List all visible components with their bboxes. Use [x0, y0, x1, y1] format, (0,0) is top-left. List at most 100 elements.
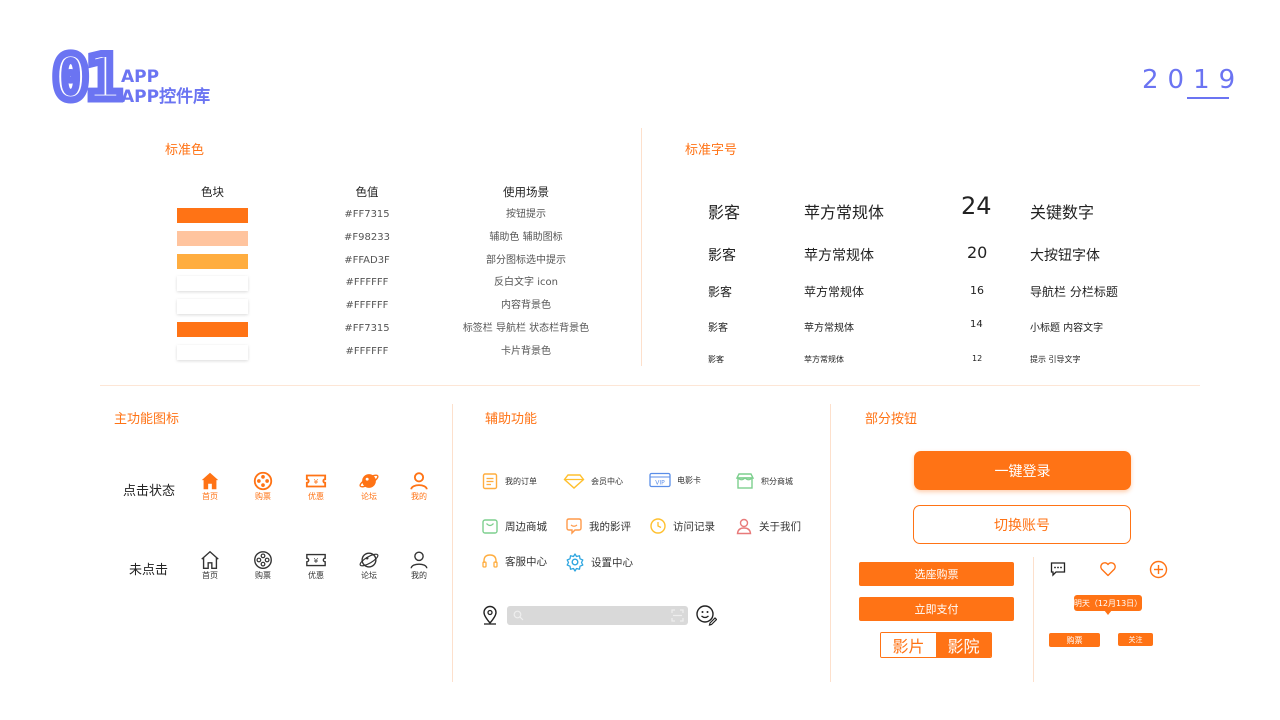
section-title-buttons: 部分按钮	[865, 412, 918, 427]
nav-forum-active[interactable]: 论坛	[349, 470, 389, 502]
diamond-icon	[563, 474, 585, 489]
font-usage: 提示 引导文字	[1030, 355, 1081, 364]
order-icon	[482, 473, 498, 490]
color-usage: 标签栏 导航栏 状态栏背景色	[462, 323, 590, 334]
gear-icon	[566, 553, 584, 572]
color-value: #FFFFFF	[345, 277, 389, 288]
scan-icon[interactable]	[671, 609, 684, 622]
color-value: #FF7315	[344, 323, 390, 334]
aux-label: 周边商城	[505, 520, 547, 533]
nav-label: 购票	[255, 571, 271, 580]
col-header-swatch: 色块	[201, 185, 224, 199]
inactive-state-label: 未点击	[129, 563, 169, 578]
planet-icon	[359, 474, 379, 488]
film-cinema-segmented-control[interactable]: 影片 影院	[880, 632, 992, 658]
color-usage: 卡片背景色	[501, 346, 551, 357]
vip-text: VIP	[655, 480, 665, 487]
one-click-login-button[interactable]: 一键登录	[914, 451, 1131, 490]
color-value: #FFFFFF	[345, 300, 389, 311]
buy-ticket-mini-button[interactable]: 购票	[1049, 633, 1100, 647]
vip-card-icon: VIP	[649, 472, 671, 488]
aux-visit-history[interactable]: 访问记录	[649, 517, 715, 535]
font-name: 苹方常规体	[804, 285, 865, 299]
col-header-usage: 使用场景	[503, 185, 549, 199]
color-value: #FFFFFF	[345, 346, 389, 357]
font-size: 16	[970, 284, 984, 297]
color-swatch	[177, 345, 248, 360]
bag-icon	[482, 519, 498, 534]
nav-label: 优惠	[308, 492, 324, 501]
nav-home-active[interactable]: 首页	[190, 470, 230, 502]
segment-film[interactable]: 影片	[881, 633, 936, 657]
plus-circle-icon[interactable]	[1149, 560, 1168, 579]
divider-horizontal	[100, 385, 1200, 386]
font-name: 苹方常规体	[804, 323, 854, 334]
aux-service-center[interactable]: 客服中心	[481, 552, 547, 570]
aux-movie-card[interactable]: VIP 电影卡	[649, 472, 701, 488]
divider-buttons	[1033, 557, 1034, 682]
nav-label: 论坛	[361, 492, 377, 501]
header-line1: APP	[121, 67, 160, 87]
color-swatch	[177, 254, 248, 269]
color-swatch	[177, 299, 248, 314]
nav-home-inactive[interactable]: 首页	[190, 549, 230, 581]
shop-icon	[735, 473, 755, 489]
chat-icon[interactable]	[1050, 561, 1066, 577]
aux-settings-center[interactable]: 设置中心	[565, 552, 633, 572]
aux-my-orders[interactable]: 我的订单	[481, 472, 537, 490]
segment-cinema[interactable]: 影院	[936, 633, 991, 657]
color-usage: 反白文字 icon	[494, 277, 558, 288]
divider-top	[641, 128, 642, 366]
font-sample: 影客	[708, 248, 736, 264]
nav-mine-active[interactable]: 我的	[399, 470, 439, 502]
heart-icon[interactable]	[1099, 561, 1117, 577]
nav-ticket-active[interactable]: 购票	[243, 470, 283, 502]
nav-label: 优惠	[308, 571, 324, 580]
aux-label: 会员中心	[591, 476, 623, 486]
planet-icon	[359, 552, 379, 568]
aux-member-center[interactable]: 会员中心	[563, 472, 623, 490]
color-usage: 部分图标选中提示	[486, 255, 566, 266]
font-usage: 大按钮字体	[1030, 248, 1100, 264]
pay-now-button[interactable]: 立即支付	[859, 597, 1014, 621]
comment-icon	[566, 518, 582, 535]
year-underline	[1187, 97, 1229, 99]
switch-account-button[interactable]: 切换账号	[913, 505, 1131, 544]
nav-label: 首页	[202, 571, 218, 580]
film-reel-icon	[253, 471, 273, 491]
nav-coupon-active[interactable]: ¥ 优惠	[296, 470, 336, 502]
follow-mini-button[interactable]: 关注	[1118, 633, 1153, 646]
divider-bottom-2	[830, 404, 831, 682]
location-pin-icon[interactable]	[481, 605, 499, 625]
aux-label: 电影卡	[677, 475, 701, 485]
font-size: 14	[970, 319, 983, 330]
col-header-value: 色值	[355, 185, 379, 199]
nav-coupon-inactive[interactable]: ¥ 优惠	[296, 549, 336, 581]
nav-ticket-inactive[interactable]: 购票	[243, 549, 283, 581]
color-swatch	[177, 231, 248, 246]
nav-label: 购票	[255, 492, 271, 501]
clock-icon	[650, 518, 666, 534]
nav-label: 论坛	[361, 571, 377, 580]
aux-peripheral-mall[interactable]: 周边商城	[481, 517, 547, 535]
select-seat-button[interactable]: 选座购票	[859, 562, 1014, 586]
aux-label: 设置中心	[591, 556, 633, 569]
section-title-aux: 辅助功能	[485, 412, 538, 427]
film-reel-icon	[254, 551, 272, 569]
font-sample: 影客	[708, 285, 733, 299]
color-usage: 按钮提示	[506, 209, 546, 220]
nav-label: 首页	[202, 492, 218, 501]
divider-bottom-1	[452, 404, 453, 682]
section-title-colors: 标准色	[165, 143, 205, 158]
aux-label: 访问记录	[673, 520, 715, 533]
nav-label: 我的	[411, 492, 427, 501]
nav-mine-inactive[interactable]: 我的	[399, 549, 439, 581]
search-icon	[513, 610, 524, 621]
nav-forum-inactive[interactable]: 论坛	[349, 549, 389, 581]
aux-points-mall[interactable]: 积分商城	[735, 472, 793, 490]
font-name: 苹方常规体	[804, 203, 885, 222]
emoji-edit-icon[interactable]	[695, 604, 717, 626]
aux-about-us[interactable]: 关于我们	[735, 517, 801, 535]
search-input[interactable]	[507, 606, 688, 625]
aux-my-reviews[interactable]: 我的影评	[565, 517, 631, 535]
